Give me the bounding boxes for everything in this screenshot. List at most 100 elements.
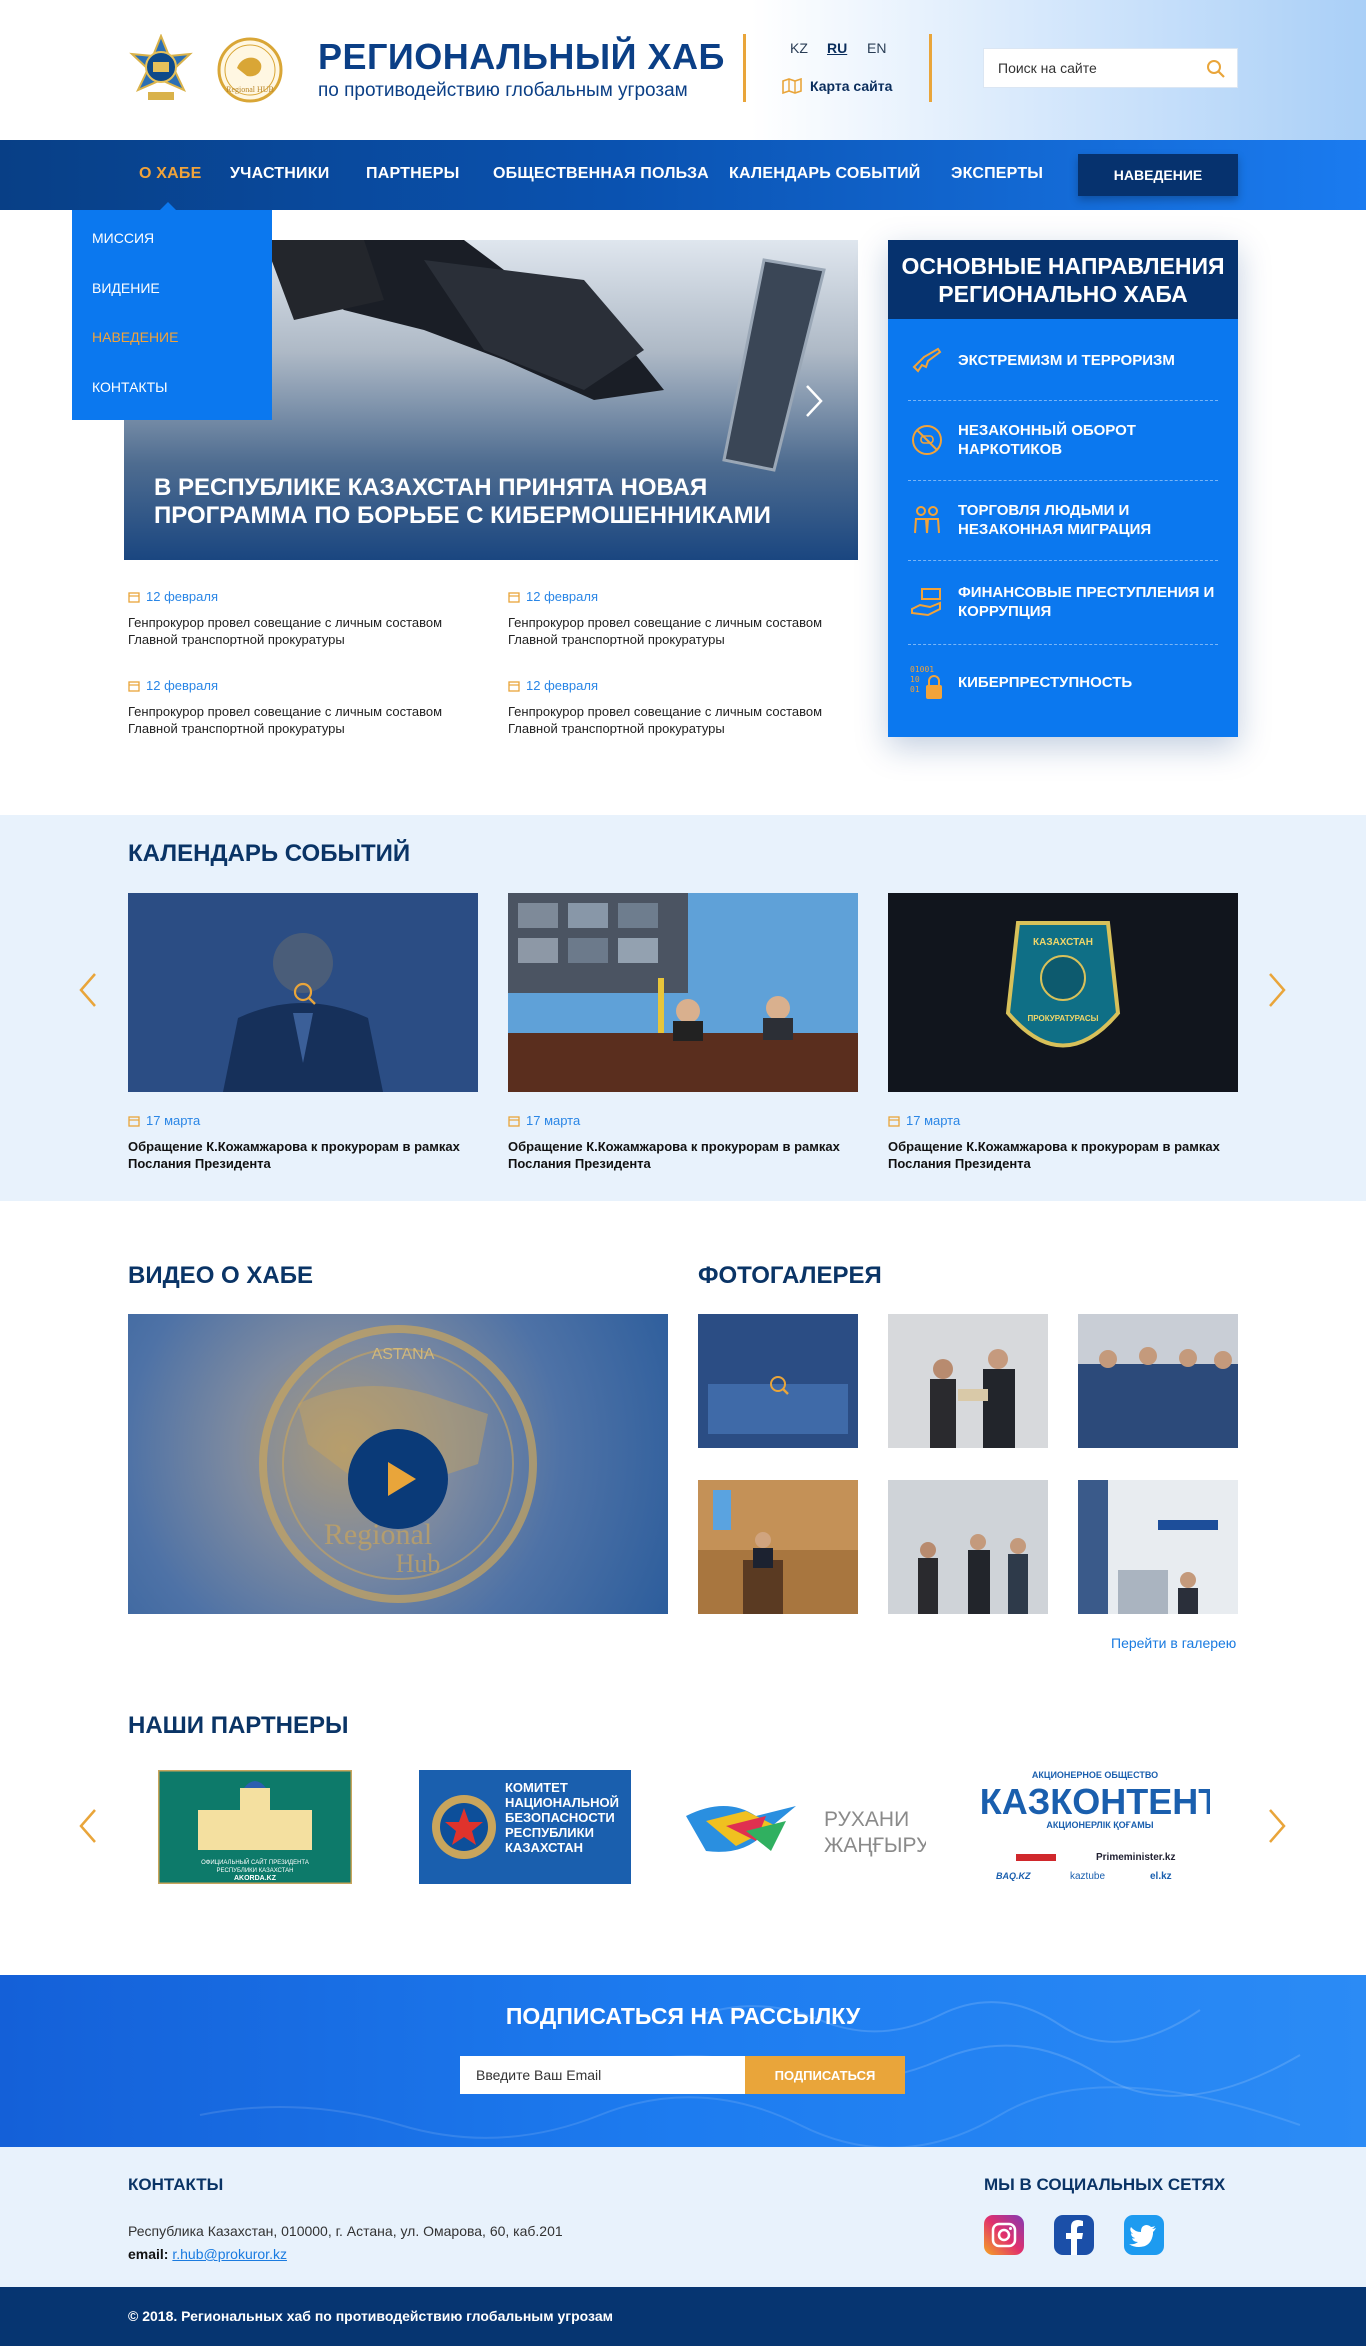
money-hand-icon: [911, 588, 941, 617]
calendar-icon: [888, 1115, 900, 1127]
partner-knb-logo[interactable]: КОМИТЕТ НАЦИОНАЛЬНОЙ БЕЗОПАСНОСТИ РЕСПУБ…: [419, 1770, 631, 1884]
svg-text:Primeminister.kz: Primeminister.kz: [1096, 1852, 1175, 1863]
event-image[interactable]: КАЗАХСТАН ПРОКУРАТУРАСЫ: [888, 893, 1238, 1092]
nav-about[interactable]: О ХАБЕ: [139, 165, 202, 183]
gallery-photo[interactable]: [1078, 1314, 1238, 1448]
svg-text:Hub: Hub: [396, 1549, 441, 1578]
gallery-title: ФОТОГАЛЕРЕЯ: [698, 1262, 882, 1289]
nav-guidance-button[interactable]: НАВЕДЕНИЕ: [1078, 154, 1238, 196]
calendar-icon: [128, 680, 140, 692]
nav-partners[interactable]: ПАРТНЕРЫ: [366, 165, 459, 183]
lang-kz[interactable]: KZ: [790, 40, 808, 56]
hero-next-arrow[interactable]: [804, 384, 824, 427]
news-item[interactable]: Генпрокурор провел совещание с личным со…: [128, 614, 478, 648]
event-title[interactable]: Обращение К.Кожамжарова к прокурорам в р…: [128, 1138, 483, 1172]
partner-akorda-logo[interactable]: ОФИЦИАЛЬНЫЙ САЙТ ПРЕЗИДЕНТА РЕСПУБЛИКИ К…: [156, 1768, 354, 1886]
news-date: 12 февраля: [128, 678, 218, 693]
calendar-next-arrow[interactable]: [1267, 972, 1287, 1018]
event-title[interactable]: Обращение К.Кожамжарова к прокурорам в р…: [888, 1138, 1243, 1172]
calendar-title: КАЛЕНДАРЬ СОБЫТИЙ: [128, 840, 411, 867]
chevron-left-icon: [79, 1809, 96, 1843]
search-box: [983, 48, 1238, 88]
calendar-icon: [128, 1115, 140, 1127]
chevron-right-icon: [806, 385, 823, 417]
contacts-email: email: r.hub@prokuror.kz: [128, 2246, 287, 2262]
search-input[interactable]: [984, 49, 1194, 87]
news-item[interactable]: Генпрокурор провел совещание с личным со…: [508, 703, 858, 737]
binary-lock-icon: 010011001: [910, 665, 942, 699]
partner-rukhani-logo[interactable]: РУХАНИ ЖАҢҒЫРУ: [686, 1776, 930, 1876]
sitemap-link[interactable]: Карта сайта: [782, 78, 892, 94]
chevron-right-icon: [1269, 973, 1286, 1007]
dropdown-guidance[interactable]: НАВЕДЕНИЕ: [92, 329, 178, 345]
event-photo-2: [508, 893, 858, 1092]
video-player[interactable]: ASTANA Regional Hub: [128, 1314, 668, 1614]
gallery-link[interactable]: Перейти в галерею: [1111, 1635, 1236, 1651]
site-footer: КОНТАКТЫ Республика Казахстан, 010000, г…: [0, 2147, 1366, 2287]
direction-drugs[interactable]: НЕЗАКОННЫЙ ОБОРОТ НАРКОТИКОВ: [908, 401, 1218, 481]
news-item[interactable]: Генпрокурор провел совещание с личным со…: [128, 703, 478, 737]
news-date-text: 12 февраля: [146, 678, 218, 693]
direction-cybercrime[interactable]: 01001 10 01 КИБЕРПРЕСТУПНОСТЬ: [908, 645, 1218, 735]
gallery-photo[interactable]: [698, 1314, 858, 1448]
directions-title: ОСНОВНЫЕ НАПРАВЛЕНИЯ РЕГИОНАЛЬНО ХАБА: [888, 240, 1238, 319]
svg-text:РЕСПУБЛИКИ КАЗАХСТАН: РЕСПУБЛИКИ КАЗАХСТАН: [217, 1868, 294, 1874]
dropdown-mission[interactable]: МИССИЯ: [92, 230, 154, 246]
nav-experts[interactable]: ЭКСПЕРТЫ: [951, 165, 1043, 183]
site-subtitle: по противодействию глобальным угрозам: [318, 80, 688, 101]
gallery-photo[interactable]: [1078, 1480, 1238, 1614]
svg-text:АКЦИОНЕРЛІК ҚОҒАМЫ: АКЦИОНЕРЛІК ҚОҒАМЫ: [1046, 1820, 1153, 1830]
gallery-photo[interactable]: [888, 1480, 1048, 1614]
contacts-title: КОНТАКТЫ: [128, 2175, 224, 2194]
facebook-icon[interactable]: [1054, 2215, 1094, 2255]
svg-text:10: 10: [910, 675, 920, 684]
news-date-text: 12 февраля: [526, 678, 598, 693]
event-title[interactable]: Обращение К.Кожамжарова к прокурорам в р…: [508, 1138, 863, 1172]
event-date: 17 марта: [128, 1113, 200, 1128]
nav-public-benefit[interactable]: ОБЩЕСТВЕННАЯ ПОЛЬЗА: [493, 165, 709, 183]
directions-panel: ОСНОВНЫЕ НАПРАВЛЕНИЯ РЕГИОНАЛЬНО ХАБА ЭК…: [888, 240, 1238, 737]
site-title: РЕГИОНАЛЬНЫЙ ХАБ: [318, 36, 725, 77]
direction-financial-crimes[interactable]: ФИНАНСОВЫЕ ПРЕСТУПЛЕНИЯ И КОРРУПЦИЯ: [908, 561, 1218, 645]
partners-next-arrow[interactable]: [1267, 1808, 1287, 1854]
subscribe-button[interactable]: ПОДПИСАТЬСЯ: [745, 2056, 905, 2094]
lang-ru[interactable]: RU: [827, 40, 847, 56]
svg-text:kaztube: kaztube: [1070, 1871, 1105, 1882]
event-photo-1: [128, 893, 478, 1092]
calendar-prev-arrow[interactable]: [78, 972, 98, 1018]
search-icon[interactable]: [1206, 59, 1226, 79]
about-dropdown-menu: МИССИЯ ВИДЕНИЕ НАВЕДЕНИЕ КОНТАКТЫ: [72, 202, 272, 420]
lang-en[interactable]: EN: [867, 40, 886, 56]
svg-text:BAQ.KZ: BAQ.KZ: [996, 1871, 1031, 1881]
direction-extremism[interactable]: ЭКСТРЕМИЗМ И ТЕРРОРИЗМ: [908, 319, 1218, 401]
news-item[interactable]: Генпрокурор провел совещание с личным со…: [508, 614, 858, 648]
calendar-icon: [508, 591, 520, 603]
twitter-icon[interactable]: [1124, 2215, 1164, 2255]
dropdown-contacts[interactable]: КОНТАКТЫ: [92, 379, 168, 395]
instagram-icon[interactable]: [984, 2215, 1024, 2255]
social-title: МЫ В СОЦИАЛЬНЫХ СЕТЯХ: [984, 2175, 1226, 2194]
partner-kazcontent-logo[interactable]: АКЦИОНЕРНОЕ ОБЩЕСТВО КАЗКОНТЕНТ АКЦИОНЕР…: [980, 1766, 1221, 1890]
news-date: 12 февраля: [508, 589, 598, 604]
contacts-address: Республика Казахстан, 010000, г. Астана,…: [128, 2223, 563, 2239]
people-icon: [914, 506, 940, 534]
partners-prev-arrow[interactable]: [78, 1808, 98, 1854]
play-icon: [388, 1462, 416, 1496]
prosecutor-emblem-icon[interactable]: [128, 33, 194, 106]
event-date: 17 марта: [888, 1113, 960, 1128]
subscribe-email-input[interactable]: [460, 2056, 745, 2094]
nav-members[interactable]: УЧАСТНИКИ: [230, 165, 329, 183]
regional-hub-logo-icon[interactable]: Regional HUB: [217, 34, 283, 106]
knb-text: КОМИТЕТ НАЦИОНАЛЬНОЙ БЕЗОПАСНОСТИ РЕСПУБ…: [505, 1780, 619, 1855]
email-link[interactable]: r.hub@prokuror.kz: [172, 2246, 287, 2262]
dropdown-vision[interactable]: ВИДЕНИЕ: [92, 280, 160, 296]
sitemap-label: Карта сайта: [810, 78, 893, 94]
nav-events-calendar[interactable]: КАЛЕНДАРЬ СОБЫТИЙ: [729, 165, 920, 183]
site-header: Regional HUB РЕГИОНАЛЬНЫЙ ХАБ по противо…: [0, 0, 1366, 140]
event-image[interactable]: [128, 893, 478, 1092]
play-button[interactable]: [348, 1429, 448, 1529]
direction-trafficking[interactable]: ТОРГОВЛЯ ЛЮДЬМИ И НЕЗАКОННАЯ МИГРАЦИЯ: [908, 481, 1218, 561]
event-image[interactable]: [508, 893, 858, 1092]
gallery-photo[interactable]: [888, 1314, 1048, 1448]
gallery-photo[interactable]: [698, 1480, 858, 1614]
